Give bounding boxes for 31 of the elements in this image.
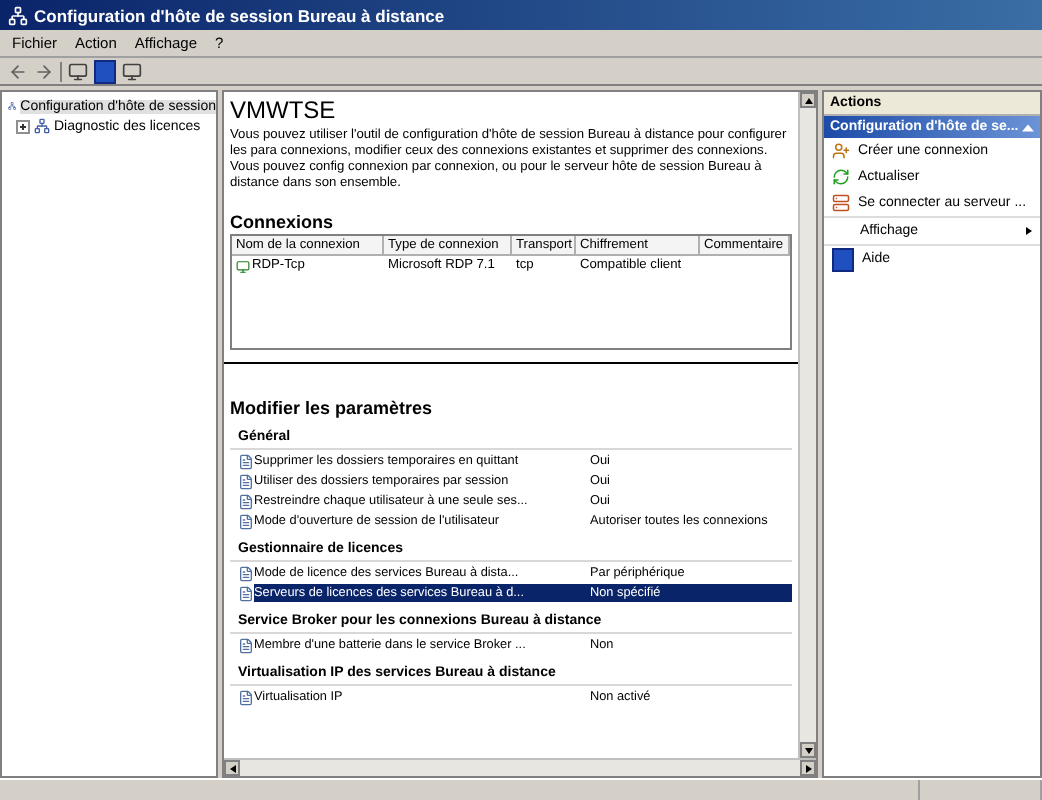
network-icon (8, 98, 17, 114)
document-icon (238, 689, 254, 705)
horizontal-scrollbar[interactable] (224, 758, 816, 776)
submenu-arrow-icon (1024, 226, 1034, 236)
document-icon (238, 637, 254, 653)
console-icon[interactable] (68, 61, 88, 81)
vertical-scrollbar[interactable] (798, 92, 816, 758)
document-icon (238, 565, 254, 581)
section-heading: Modifier les paramètres (230, 398, 435, 418)
refresh-icon (832, 168, 850, 186)
scroll-up-icon (803, 95, 813, 105)
connection-icon (236, 259, 250, 273)
server-icon (832, 194, 850, 212)
collapse-icon (1022, 123, 1034, 131)
document-icon (238, 453, 254, 469)
user-plus-icon (832, 142, 850, 160)
panel-icon[interactable] (122, 61, 142, 81)
forward-icon[interactable] (34, 61, 54, 81)
document-icon (238, 585, 254, 601)
document-icon (238, 493, 254, 509)
scroll-left-icon (227, 763, 237, 773)
network-icon (34, 118, 50, 134)
scroll-right-icon (803, 763, 813, 773)
section-heading: Connexions (230, 212, 336, 232)
network-icon (8, 5, 28, 25)
document-icon (238, 473, 254, 489)
document-icon (238, 513, 254, 529)
window-title-text: Configuration d'hôte de session Bureau à distance (34, 5, 445, 25)
server-title: VMWTSE (230, 96, 338, 124)
back-icon[interactable] (8, 61, 28, 81)
expand-icon[interactable] (16, 119, 30, 133)
